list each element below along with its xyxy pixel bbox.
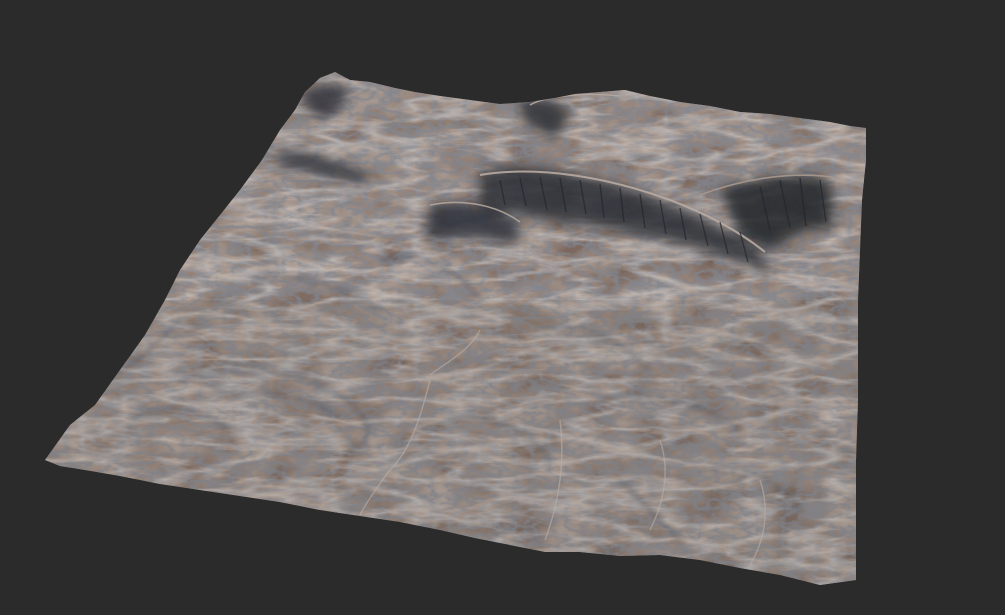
3d-viewport[interactable] bbox=[0, 0, 1005, 615]
terrain-mesh[interactable] bbox=[0, 0, 1005, 615]
